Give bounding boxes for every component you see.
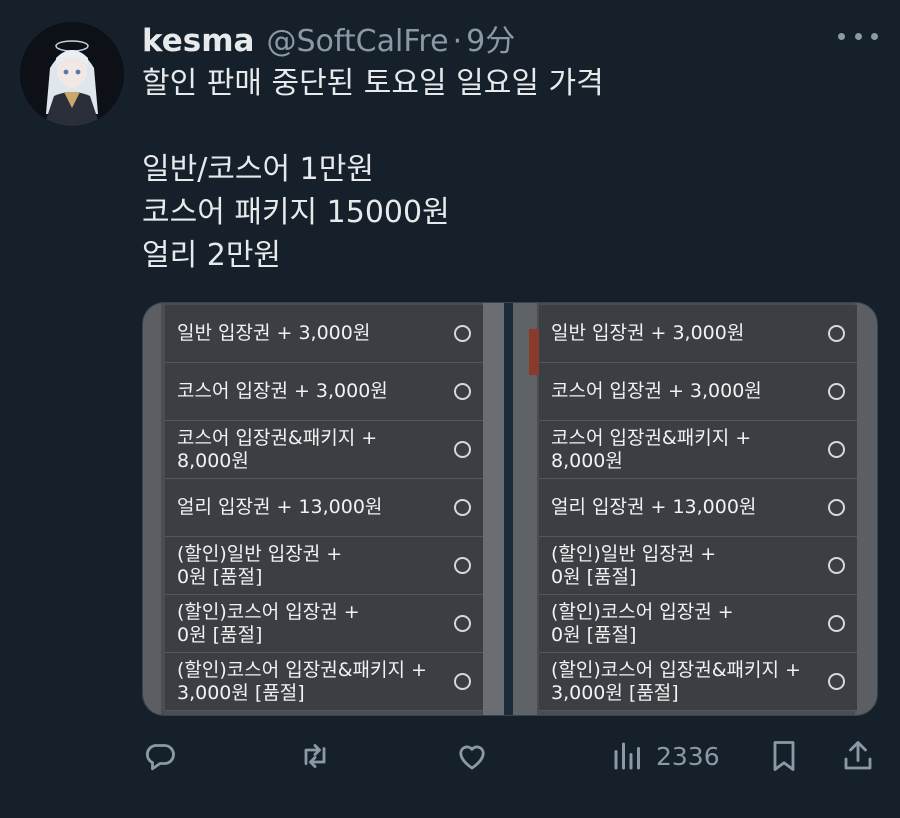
radio-icon[interactable] [828, 325, 845, 342]
views-icon [614, 742, 640, 770]
option-label: 코스어 입장권 + 3,000원 [551, 380, 762, 402]
display-name[interactable]: kesma [142, 23, 254, 59]
option-item[interactable]: 얼리 입장권 + 13,000원 [539, 479, 857, 537]
option-label: (할인)일반 입장권 + 0원 [품절] [177, 542, 343, 588]
option-item[interactable]: 코스어 입장권&패키지 + 8,000원 [165, 421, 483, 479]
option-label: (할인)일반 입장권 + 0원 [품절] [551, 542, 717, 588]
option-item[interactable]: 일반 입장권 + 3,000원 [539, 305, 857, 363]
image-panel-right: 일반 입장권 + 3,000원 코스어 입장권 + 3,000원 코스어 입장권… [513, 303, 877, 715]
option-item[interactable]: 일반 입장권 + 3,000원 [165, 305, 483, 363]
separator: · [452, 24, 463, 59]
share-button[interactable] [840, 728, 876, 784]
tweet-text-line [142, 105, 882, 148]
bookmark-icon [773, 741, 795, 771]
radio-icon[interactable] [828, 557, 845, 574]
retweet-icon [304, 744, 326, 768]
option-item[interactable]: 코스어 입장권 + 3,000원 [539, 363, 857, 421]
option-item[interactable]: 얼리 입장권 + 13,000원 [165, 479, 483, 537]
option-label: 코스어 입장권 + 3,000원 [177, 380, 388, 402]
radio-icon[interactable] [828, 383, 845, 400]
tweet-text-line: 얼리 2만원 [142, 238, 282, 273]
option-label: 일반 입장권 + 3,000원 [551, 322, 745, 344]
option-label: (할인)코스어 입장권 + 0원 [품절] [177, 600, 360, 646]
reply-icon [145, 744, 175, 771]
option-list: 일반 입장권 + 3,000원 코스어 입장권 + 3,000원 코스어 입장권… [165, 305, 483, 711]
option-item[interactable]: 코스어 입장권 + 3,000원 [165, 363, 483, 421]
option-item[interactable]: (할인)일반 입장권 + 0원 [품절] [165, 537, 483, 595]
radio-icon[interactable] [454, 615, 471, 632]
like-button[interactable] [454, 728, 490, 784]
timestamp[interactable]: 9分 [466, 16, 515, 60]
option-item[interactable]: (할인)코스어 입장권 + 0원 [품절] [539, 595, 857, 653]
tweet-text-line: 일반/코스어 1만원 [142, 152, 374, 187]
tweet-text-line: 코스어 패키지 15000원 [142, 195, 450, 230]
action-bar: 2336 [142, 728, 882, 784]
option-item[interactable]: 코스어 입장권&패키지 + 8,000원 [539, 421, 857, 479]
option-item[interactable]: (할인)코스어 입장권 + 0원 [품절] [165, 595, 483, 653]
image-panel-left: 일반 입장권 + 3,000원 코스어 입장권 + 3,000원 코스어 입장권… [143, 303, 507, 715]
reply-button[interactable] [142, 728, 178, 784]
avatar[interactable] [20, 22, 124, 126]
red-badge [529, 329, 539, 375]
tweet-header: kesma @SoftCalFre · 9分 [142, 16, 515, 60]
views-count: 2336 [656, 741, 720, 771]
radio-icon[interactable] [454, 557, 471, 574]
radio-icon[interactable] [828, 615, 845, 632]
option-label: (할인)코스어 입장권&패키지 + 3,000원 [품절] [551, 658, 801, 704]
share-icon [844, 741, 872, 770]
radio-icon[interactable] [454, 499, 471, 516]
more-icon[interactable] [838, 24, 878, 48]
page-background-strip [855, 303, 877, 715]
radio-icon[interactable] [454, 383, 471, 400]
option-label: (할인)코스어 입장권&패키지 + 3,000원 [품절] [177, 658, 427, 704]
radio-icon[interactable] [828, 441, 845, 458]
page-background-strip [143, 303, 161, 715]
option-label: 얼리 입장권 + 13,000원 [177, 496, 383, 518]
tweet-text-line: 할인 판매 중단된 토요일 일요일 가격 [142, 66, 604, 101]
radio-icon[interactable] [828, 673, 845, 690]
retweet-button[interactable] [297, 728, 333, 784]
option-label: 코스어 입장권&패키지 + 8,000원 [551, 426, 752, 472]
option-label: 얼리 입장권 + 13,000원 [551, 496, 757, 518]
radio-icon[interactable] [454, 441, 471, 458]
option-label: 코스어 입장권&패키지 + 8,000원 [177, 426, 378, 472]
avatar-image [20, 22, 124, 126]
radio-icon[interactable] [454, 673, 471, 690]
option-item[interactable]: (할인)일반 입장권 + 0원 [품절] [539, 537, 857, 595]
option-label: 일반 입장권 + 3,000원 [177, 322, 371, 344]
option-label: (할인)코스어 입장권 + 0원 [품절] [551, 600, 734, 646]
radio-icon[interactable] [828, 499, 845, 516]
option-item[interactable]: (할인)코스어 입장권&패키지 + 3,000원 [품절] [165, 653, 483, 711]
attached-image[interactable]: 일반 입장권 + 3,000원 코스어 입장권 + 3,000원 코스어 입장권… [142, 302, 878, 716]
views-button[interactable]: 2336 [610, 728, 720, 784]
bookmark-button[interactable] [766, 728, 802, 784]
like-icon [459, 745, 485, 770]
option-item[interactable]: (할인)코스어 입장권&패키지 + 3,000원 [품절] [539, 653, 857, 711]
radio-icon[interactable] [454, 325, 471, 342]
tweet-text: 할인 판매 중단된 토요일 일요일 가격 일반/코스어 1만원 코스어 패키지 … [142, 62, 882, 277]
option-list: 일반 입장권 + 3,000원 코스어 입장권 + 3,000원 코스어 입장권… [539, 305, 857, 711]
user-handle[interactable]: @SoftCalFre [266, 24, 448, 59]
